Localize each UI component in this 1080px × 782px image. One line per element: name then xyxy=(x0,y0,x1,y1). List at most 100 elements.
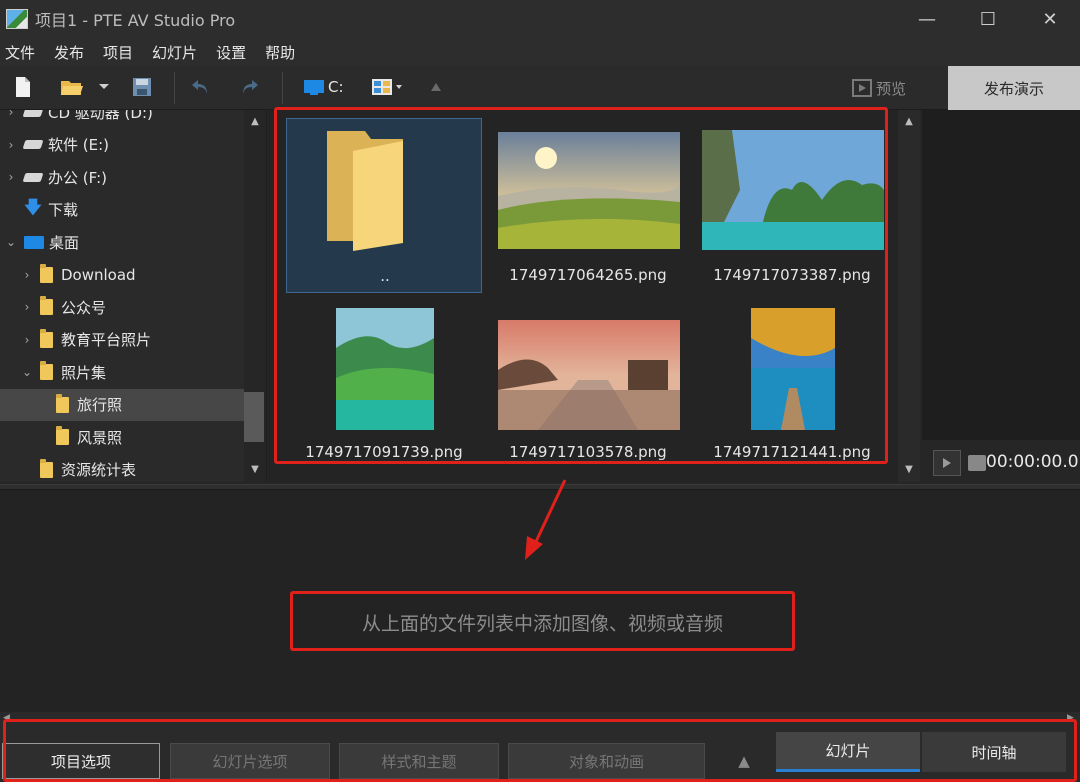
tree-item[interactable]: › 办公 (F:) xyxy=(0,161,244,193)
tree-item[interactable]: › CD 驱动器 (D:) xyxy=(0,110,244,128)
image-thumbnail xyxy=(336,308,434,430)
scroll-down-icon[interactable]: ▼ xyxy=(245,464,265,475)
tree-item[interactable]: 🡇 下载 xyxy=(0,194,244,226)
timecode: 00:00:00.0 xyxy=(986,452,1079,472)
chevron-icon[interactable]: › xyxy=(4,170,18,184)
tree-item[interactable]: 风景照 xyxy=(0,421,244,453)
file-name: 1749717103578.png xyxy=(509,443,667,461)
stop-button[interactable] xyxy=(968,455,986,471)
menu-project[interactable]: 项目 xyxy=(102,40,134,65)
open-dropdown-button[interactable] xyxy=(98,76,110,98)
chevron-icon[interactable]: › xyxy=(4,110,18,119)
preview-pane xyxy=(922,110,1080,482)
tree-item-label: 公众号 xyxy=(61,298,107,317)
open-project-button[interactable] xyxy=(60,76,84,98)
open-folder-icon xyxy=(61,81,83,95)
download-icon: 🡇 xyxy=(24,198,42,218)
new-file-icon xyxy=(16,77,30,97)
tree-item[interactable]: › 公众号 xyxy=(0,291,244,323)
menu-file[interactable]: 文件 xyxy=(4,40,36,65)
chevron-icon[interactable]: ⌄ xyxy=(4,235,18,249)
play-button[interactable] xyxy=(933,450,961,476)
desktop-icon xyxy=(304,80,324,95)
file-tile[interactable]: 1749717091739.png xyxy=(286,298,482,473)
drive-icon xyxy=(22,110,44,117)
file-tile[interactable]: .. xyxy=(286,118,482,293)
maximize-button[interactable]: ☐ xyxy=(958,0,1018,38)
image-thumbnail xyxy=(702,130,884,250)
close-button[interactable]: ✕ xyxy=(1020,0,1080,38)
tab-slides[interactable]: 幻灯片 xyxy=(776,732,920,772)
tree-item[interactable]: › 教育平台照片 xyxy=(0,324,244,356)
tree-item[interactable]: 资源统计表 xyxy=(0,454,244,483)
drive-icon xyxy=(22,140,44,149)
scroll-left-icon[interactable]: ◀ xyxy=(3,713,10,723)
preview-button[interactable]: 预览 xyxy=(852,76,906,100)
scroll-up-icon[interactable]: ▲ xyxy=(899,116,919,127)
menu-publish[interactable]: 发布 xyxy=(53,40,85,65)
menu-help[interactable]: 帮助 xyxy=(264,40,296,65)
file-tile[interactable]: 1749717064265.png xyxy=(490,118,686,293)
scroll-up-icon[interactable]: ▲ xyxy=(245,116,265,127)
tree-item[interactable]: ⌄ 照片集 xyxy=(0,356,244,388)
tree-item-label: 旅行照 xyxy=(77,396,123,414)
toolbar-separator xyxy=(174,72,175,104)
image-thumbnail xyxy=(498,132,680,249)
new-project-button[interactable] xyxy=(14,76,32,98)
folder-icon xyxy=(40,361,53,380)
slides-scrollbar[interactable]: ◀ ▶ xyxy=(0,712,1080,728)
file-name: 1749717073387.png xyxy=(713,266,871,284)
chevron-icon[interactable]: › xyxy=(20,300,34,314)
tab-timeline[interactable]: 时间轴 xyxy=(922,732,1066,772)
scroll-down-icon[interactable]: ▼ xyxy=(899,464,919,475)
scroll-right-icon[interactable]: ▶ xyxy=(1067,713,1074,723)
chevron-icon[interactable]: ⌄ xyxy=(20,365,34,379)
slide-options-button[interactable]: 幻灯片选项 xyxy=(170,743,330,779)
publish-button[interactable]: 发布演示 xyxy=(948,66,1080,110)
chevron-icon[interactable]: › xyxy=(4,138,18,152)
save-button[interactable] xyxy=(132,76,152,98)
tree-item-label: 风景照 xyxy=(77,428,123,447)
file-grid-scrollbar[interactable]: ▲ ▼ xyxy=(898,110,920,482)
tree-item-label: 教育平台照片 xyxy=(61,331,152,349)
desktop-icon xyxy=(24,235,44,249)
window-title: 项目1 - PTE AV Studio Pro xyxy=(35,11,236,30)
up-folder-button[interactable] xyxy=(430,76,442,98)
redo-button[interactable] xyxy=(238,76,260,98)
tree-item-label: 照片集 xyxy=(61,363,107,382)
chevron-icon[interactable]: › xyxy=(20,268,34,282)
title-bar: 项目1 - PTE AV Studio Pro — ☐ ✕ xyxy=(0,0,1080,38)
tree-item[interactable]: › Download xyxy=(0,259,244,291)
chevron-icon[interactable]: › xyxy=(20,333,34,347)
toolbar: C: 预览 xyxy=(0,66,1080,110)
folder-icon xyxy=(40,263,53,283)
drive-selector[interactable]: C: xyxy=(304,76,344,98)
tree-item-label: Download xyxy=(61,265,136,284)
file-name: 1749717091739.png xyxy=(305,443,463,461)
annotation-arrow-icon xyxy=(525,479,567,560)
drive-label: C: xyxy=(328,78,344,96)
preview-icon xyxy=(852,79,872,97)
menu-bar: 文件 发布 项目 幻灯片 设置 帮助 xyxy=(0,38,1080,66)
file-tile[interactable]: 1749717103578.png xyxy=(490,298,686,473)
tree-item-label: 软件 (E:) xyxy=(48,136,110,154)
undo-button[interactable] xyxy=(190,76,212,98)
view-mode-button[interactable] xyxy=(372,76,404,98)
menu-settings[interactable]: 设置 xyxy=(215,40,247,65)
tree-scroll-thumb[interactable] xyxy=(244,392,264,442)
collapse-icon[interactable]: ▲ xyxy=(734,743,754,779)
tree-item[interactable]: 旅行照 xyxy=(0,388,244,421)
folder-tree: › CD 驱动器 (D:) › 软件 (E:) › 办公 (F:) 🡇 下载 ⌄ 桌面 › Downl… xyxy=(0,110,267,482)
file-tile[interactable]: 1749717121441.png xyxy=(694,298,890,473)
styles-themes-button[interactable]: 样式和主题 xyxy=(339,743,499,779)
file-tile[interactable]: 1749717073387.png xyxy=(694,118,890,293)
folder-icon xyxy=(56,426,69,445)
project-options-button[interactable]: 项目选项 xyxy=(2,743,160,779)
file-grid: .. 1749717064265.png 1749717073387.png 1… xyxy=(268,110,898,482)
menu-slide[interactable]: 幻灯片 xyxy=(151,40,198,65)
minimize-button[interactable]: — xyxy=(897,0,957,38)
tree-item[interactable]: › 软件 (E:) xyxy=(0,129,244,161)
file-name: 1749717064265.png xyxy=(509,266,667,284)
objects-animation-button[interactable]: 对象和动画 xyxy=(508,743,705,779)
tree-item[interactable]: ⌄ 桌面 xyxy=(0,226,244,258)
